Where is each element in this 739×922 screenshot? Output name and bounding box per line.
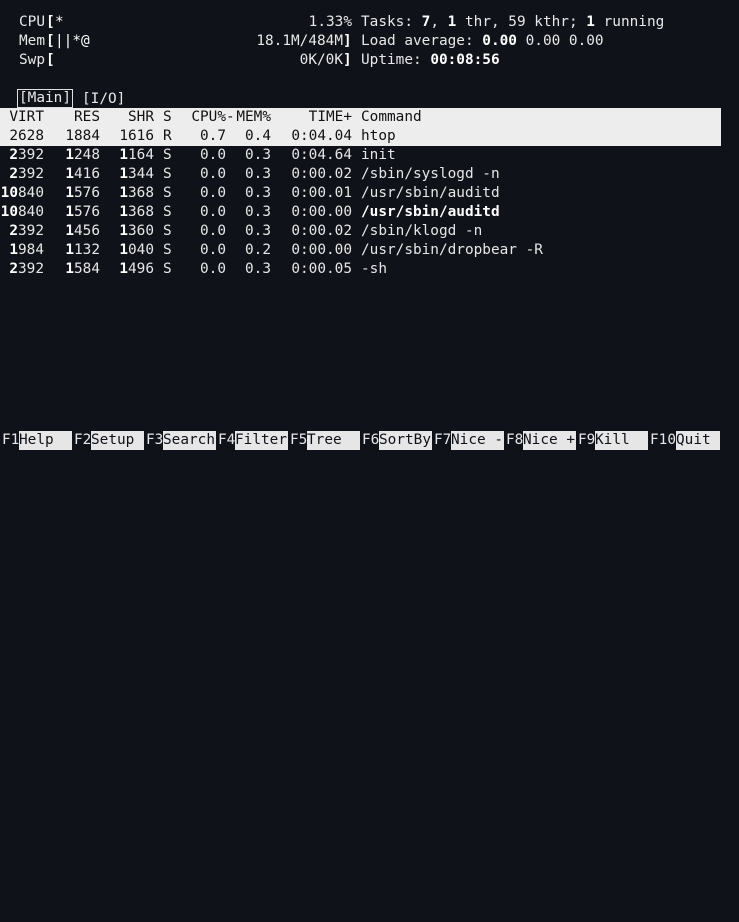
table-row[interactable]: 2392 1456 1360 S 0.0 0.3 0:00.02 /sbin/k… bbox=[0, 222, 739, 241]
table-row[interactable]: 2392 1584 1496 S 0.0 0.3 0:00.05 -sh bbox=[0, 260, 739, 279]
row-time: 0:00.01 bbox=[291, 185, 352, 201]
f2-key[interactable]: F2 bbox=[74, 431, 91, 450]
tab-io[interactable]: [I/O] bbox=[81, 90, 126, 109]
row-command: init bbox=[361, 147, 396, 163]
table-row-selected[interactable]: 2628 1884 1616 R 0.7 0.4 0:04.04 htop bbox=[0, 127, 721, 146]
uptime-line: Uptime: 00:08:56 bbox=[361, 51, 500, 70]
load-rest: 0.00 0.00 bbox=[516, 33, 604, 49]
row-time: 0:04.64 bbox=[291, 147, 352, 163]
tasks-label: Tasks: bbox=[361, 14, 422, 30]
tab-main[interactable]: [Main] bbox=[17, 89, 73, 108]
f10-key[interactable]: F10 bbox=[650, 431, 676, 450]
row-time: 0:00.00 bbox=[291, 204, 352, 220]
nice-plus-button[interactable]: Nice + bbox=[523, 431, 576, 450]
uptime-value: 00:08:56 bbox=[430, 52, 500, 68]
table-row[interactable]: 10840 1576 1368 S 0.0 0.3 0:00.01 /usr/s… bbox=[0, 184, 739, 203]
tasks-info: Tasks: 7, 1 thr, 59 kthr; 1 running bbox=[0, 13, 739, 32]
table-row[interactable]: 2392 1416 1344 S 0.0 0.3 0:00.02 /sbin/s… bbox=[0, 165, 739, 184]
f1-key[interactable]: F1 bbox=[2, 431, 19, 450]
filter-button[interactable]: Filter bbox=[235, 431, 288, 450]
running-label: running bbox=[594, 14, 665, 30]
row-command: /sbin/syslogd -n bbox=[361, 166, 500, 182]
tasks-line: Tasks: 7, 1 thr, 59 kthr; 1 running bbox=[361, 13, 664, 32]
f5-key[interactable]: F5 bbox=[290, 431, 307, 450]
row-command: /usr/sbin/auditd bbox=[361, 204, 500, 220]
tree-button[interactable]: Tree bbox=[307, 431, 360, 450]
row-time: 0:00.02 bbox=[291, 166, 352, 182]
search-button[interactable]: Search bbox=[163, 431, 216, 450]
f3-key[interactable]: F3 bbox=[146, 431, 163, 450]
table-row[interactable]: 2392 1248 1164 S 0.0 0.3 0:04.64 init bbox=[0, 146, 739, 165]
row-time: 0:04.04 bbox=[291, 128, 352, 144]
f4-key[interactable]: F4 bbox=[218, 431, 235, 450]
f7-key[interactable]: F7 bbox=[434, 431, 451, 450]
header-time[interactable]: TIME+ bbox=[0, 108, 352, 127]
row-command: -sh bbox=[361, 261, 387, 277]
uptime-label: Uptime: bbox=[361, 52, 431, 68]
sortby-button[interactable]: SortBy bbox=[379, 431, 432, 450]
terminal-cursor bbox=[712, 431, 720, 450]
function-key-bar: F1 Help F2 Setup F3 Search F4 Filter F5 … bbox=[0, 431, 739, 450]
tab-bar: [Main] [I/O] bbox=[0, 89, 739, 109]
row-command: /sbin/klogd -n bbox=[361, 223, 483, 239]
help-button[interactable]: Help bbox=[19, 431, 72, 450]
row-time: 0:00.00 bbox=[291, 242, 352, 258]
thr-label: thr, 59 kthr; bbox=[456, 14, 587, 30]
load-average-info: Load average: 0.00 0.00 0.00 bbox=[0, 32, 739, 51]
row-command: htop bbox=[361, 128, 396, 144]
f9-key[interactable]: F9 bbox=[578, 431, 595, 450]
row-time: 0:00.05 bbox=[291, 261, 352, 277]
row-command: /usr/sbin/auditd bbox=[361, 185, 500, 201]
nice-minus-button[interactable]: Nice - bbox=[451, 431, 504, 450]
f6-key[interactable]: F6 bbox=[362, 431, 379, 450]
row-time: 0:00.02 bbox=[291, 223, 352, 239]
header-command[interactable]: Command bbox=[361, 108, 422, 127]
f8-key[interactable]: F8 bbox=[506, 431, 523, 450]
table-header: VIRT RES SHR S CPU% - MEM% TIME+ Command bbox=[0, 108, 721, 127]
row-command: /usr/sbin/dropbear -R bbox=[361, 242, 543, 258]
quit-button[interactable]: Quit bbox=[676, 431, 712, 450]
load-label: Load average: bbox=[361, 33, 483, 49]
table-row[interactable]: 10840 1576 1368 S 0.0 0.3 0:00.00 /usr/s… bbox=[0, 203, 739, 222]
kill-button[interactable]: Kill bbox=[595, 431, 648, 450]
table-row[interactable]: 1984 1132 1040 S 0.0 0.2 0:00.00 /usr/sb… bbox=[0, 241, 739, 260]
load-line: Load average: 0.00 0.00 0.00 bbox=[361, 32, 604, 51]
uptime-info: Uptime: 00:08:56 bbox=[0, 51, 739, 70]
setup-button[interactable]: Setup bbox=[91, 431, 144, 450]
running-count: 1 bbox=[586, 14, 595, 30]
load-1min: 0.00 bbox=[482, 33, 517, 49]
tasks-sep: , bbox=[430, 14, 448, 30]
